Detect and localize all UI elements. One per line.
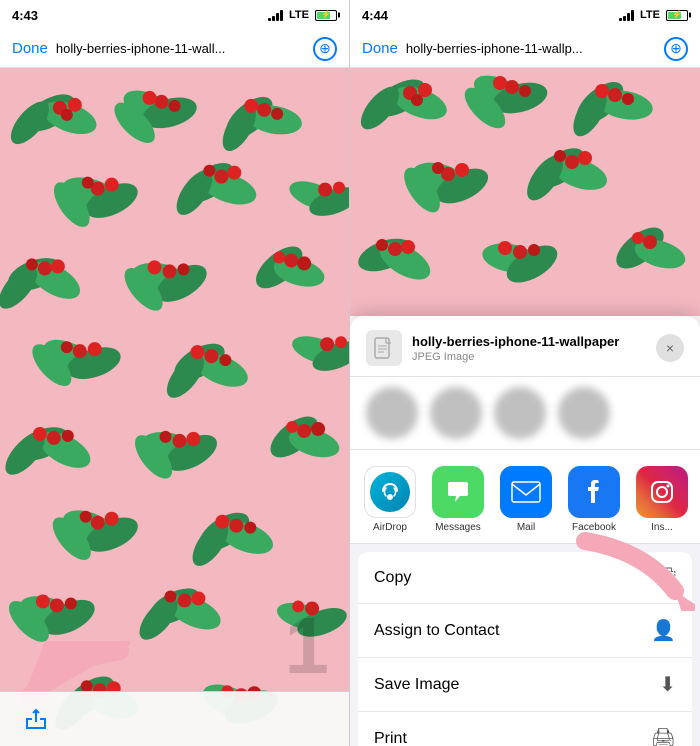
file-icon <box>366 330 402 366</box>
messages-icon <box>432 466 484 518</box>
app-icons-row: AirDrop Messages Mail <box>350 450 700 544</box>
instagram-label: Ins... <box>651 522 673 533</box>
print-icon: 🖨 <box>651 726 676 746</box>
signal-bars-icon <box>268 9 283 21</box>
right-done-button[interactable]: Done <box>362 40 398 57</box>
instagram-app-wrap[interactable]: Ins... <box>632 466 692 533</box>
share-file-name: holly-berries-iphone-11-wallpaper <box>412 334 656 349</box>
contact-avatar-4[interactable] <box>558 387 610 439</box>
left-compass-icon[interactable] <box>313 37 337 61</box>
left-time: 4:43 <box>12 8 38 23</box>
right-signal-bars-icon <box>619 9 634 21</box>
assign-contact-action[interactable]: Assign to Contact 👤 <box>358 604 692 658</box>
contact-avatar-3[interactable] <box>494 387 546 439</box>
action-list: Copy ⎘ Assign to Contact 👤 Save Image ⬇ … <box>358 552 692 746</box>
facebook-label: Facebook <box>572 522 616 533</box>
right-nav-title: holly-berries-iphone-11-wallp... <box>406 41 656 56</box>
share-close-button[interactable]: × <box>656 334 684 362</box>
right-lte-label: LTE <box>640 9 660 21</box>
right-image-area <box>350 68 700 316</box>
print-action[interactable]: Print 🖨 <box>358 712 692 746</box>
instagram-icon <box>636 466 688 518</box>
share-icon <box>24 707 48 731</box>
facebook-icon <box>568 466 620 518</box>
left-bottom-toolbar <box>0 691 349 746</box>
battery-icon: ⚡ <box>315 10 337 21</box>
contact-avatar-1[interactable] <box>366 387 418 439</box>
assign-contact-icon: 👤 <box>651 618 676 643</box>
mail-label: Mail <box>517 522 535 533</box>
mail-icon <box>500 466 552 518</box>
lte-label: LTE <box>289 9 309 21</box>
right-compass-icon[interactable] <box>664 37 688 61</box>
left-done-button[interactable]: Done <box>12 40 48 57</box>
save-image-icon: ⬇ <box>659 672 676 697</box>
share-sheet: holly-berries-iphone-11-wallpaper JPEG I… <box>350 316 700 746</box>
right-status-bar: 4:44 LTE ⚡ <box>350 0 700 30</box>
contact-avatar-2[interactable] <box>430 387 482 439</box>
left-image-bg <box>0 68 349 746</box>
share-file-type: JPEG Image <box>412 351 656 363</box>
left-nav-title: holly-berries-iphone-11-wall... <box>56 41 305 56</box>
share-file-info: holly-berries-iphone-11-wallpaper JPEG I… <box>412 334 656 363</box>
airdrop-icon <box>364 466 416 518</box>
right-nav-bar: Done holly-berries-iphone-11-wallp... <box>350 30 700 68</box>
messages-app-wrap[interactable]: Messages <box>428 466 488 533</box>
airdrop-circle-icon <box>370 472 410 512</box>
airdrop-app-wrap[interactable]: AirDrop <box>360 466 420 533</box>
right-phone: 4:44 LTE ⚡ Done holly-berries-iphone-11-… <box>350 0 700 746</box>
share-button[interactable] <box>20 703 52 735</box>
save-image-action[interactable]: Save Image ⬇ <box>358 658 692 712</box>
left-status-bar: 4:43 LTE ⚡ <box>0 0 349 30</box>
messages-label: Messages <box>435 522 481 533</box>
copy-label: Copy <box>374 569 411 587</box>
save-image-label: Save Image <box>374 676 459 694</box>
right-status-icons: LTE ⚡ <box>619 9 688 21</box>
contacts-row <box>350 377 700 450</box>
right-battery-icon: ⚡ <box>666 10 688 21</box>
mail-app-wrap[interactable]: Mail <box>496 466 556 533</box>
assign-contact-label: Assign to Contact <box>374 622 499 640</box>
facebook-app-wrap[interactable]: Facebook <box>564 466 624 533</box>
share-sheet-header: holly-berries-iphone-11-wallpaper JPEG I… <box>350 316 700 377</box>
left-status-icons: LTE ⚡ <box>268 9 337 21</box>
left-phone: 4:43 LTE ⚡ Done holly-berries-iphone-11-… <box>0 0 350 746</box>
left-nav-bar: Done holly-berries-iphone-11-wall... <box>0 30 349 68</box>
airdrop-label: AirDrop <box>373 522 407 533</box>
copy-action[interactable]: Copy ⎘ <box>358 552 692 604</box>
print-label: Print <box>374 730 407 746</box>
right-time: 4:44 <box>362 8 388 23</box>
copy-icon: ⎘ <box>660 566 676 589</box>
